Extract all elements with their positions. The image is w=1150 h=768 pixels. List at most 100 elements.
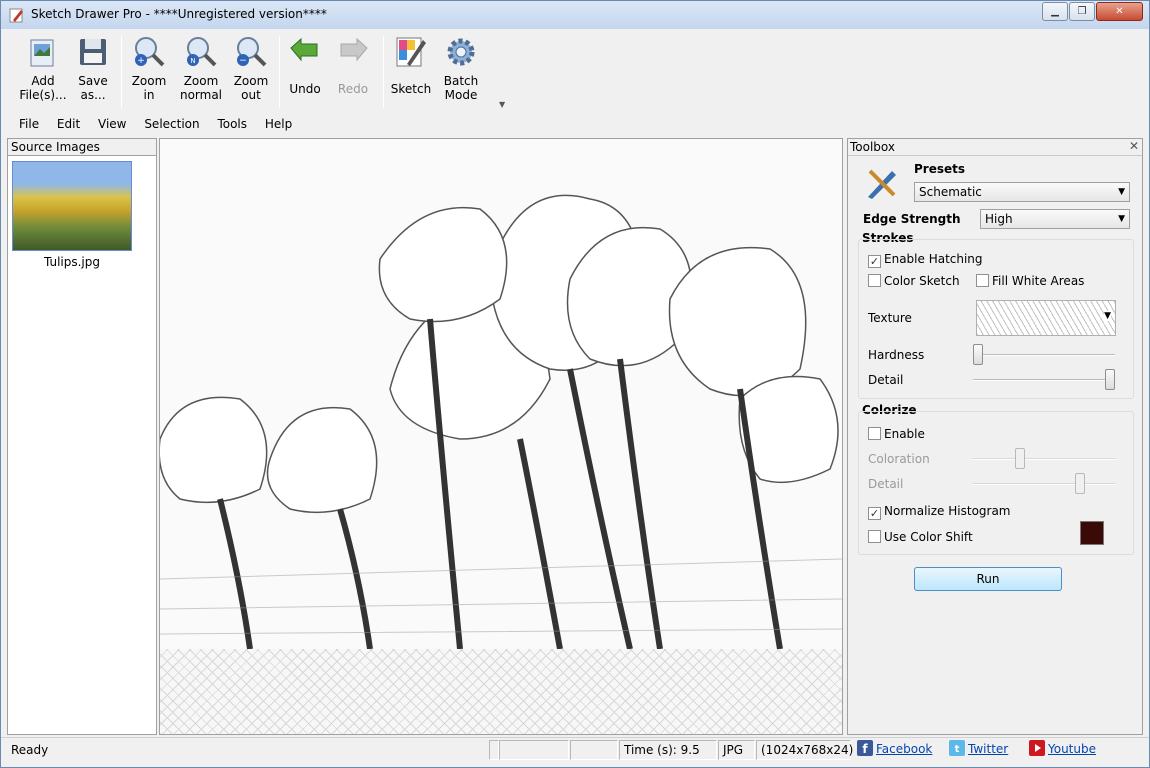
checkbox-unchecked-icon (976, 274, 989, 287)
title-bar[interactable]: Sketch Drawer Pro - ****Unregistered ver… (1, 1, 1149, 29)
texture-dropdown[interactable]: ▼ (976, 300, 1116, 336)
svg-text:+: + (137, 56, 145, 66)
twitter-label: Twitter (968, 742, 1009, 756)
undo-label: Undo (289, 82, 321, 96)
redo-label: Redo (337, 82, 369, 96)
enable-hatching-label: Enable Hatching (884, 252, 983, 266)
colorize-enable-checkbox[interactable]: Enable (868, 427, 925, 441)
coloration-label: Coloration (868, 452, 930, 466)
zoom-in-button[interactable]: + Zoom in (125, 34, 173, 102)
undo-arrow-icon (290, 37, 318, 62)
color-shift-swatch[interactable] (1080, 521, 1104, 545)
youtube-label: Youtube (1048, 742, 1096, 756)
slider-thumb[interactable] (973, 344, 983, 365)
toolbox-panel: Toolbox ✕ Presets Schematic ▼ Edge Stren… (847, 138, 1143, 735)
use-color-shift-label: Use Color Shift (884, 530, 973, 544)
enable-hatching-checkbox[interactable]: ✓ Enable Hatching (868, 252, 983, 268)
menu-selection[interactable]: Selection (144, 117, 199, 131)
facebook-icon: f (857, 740, 873, 756)
twitter-icon: t (949, 740, 965, 756)
toolbar: Add File(s)... Save as... + Zoom in N Zo… (9, 30, 1143, 114)
menu-help[interactable]: Help (265, 117, 292, 131)
save-as-label: Save as... (78, 74, 108, 102)
zoom-out-button[interactable]: − Zoom out (227, 34, 275, 102)
menu-tools[interactable]: Tools (217, 117, 247, 131)
use-color-shift-checkbox[interactable]: Use Color Shift (868, 530, 973, 544)
slider-track (973, 379, 1115, 381)
batch-mode-label: Batch Mode (443, 74, 479, 102)
checkbox-unchecked-icon (868, 274, 881, 287)
batch-mode-button[interactable]: Batch Mode (437, 34, 485, 102)
close-button[interactable]: ✕ (1096, 2, 1143, 21)
svg-text:N: N (190, 57, 195, 65)
run-button[interactable]: Run (914, 567, 1062, 591)
slider-thumb[interactable] (1015, 448, 1025, 469)
status-cell-empty (570, 740, 618, 760)
edge-strength-value: High (985, 212, 1013, 226)
zoom-out-icon: − (237, 37, 267, 67)
add-files-label: Add File(s)... (19, 74, 67, 102)
edge-strength-dropdown[interactable]: High ▼ (980, 209, 1130, 229)
normalize-histogram-checkbox[interactable]: ✓ Normalize Histogram (868, 504, 1011, 520)
checkbox-checked-icon: ✓ (868, 255, 881, 268)
status-format: JPG (718, 740, 755, 760)
presets-dropdown[interactable]: Schematic ▼ (914, 182, 1130, 202)
add-files-button[interactable]: Add File(s)... (13, 34, 73, 102)
status-cell-empty (489, 740, 499, 760)
menu-bar: File Edit View Selection Tools Help (19, 117, 306, 135)
chevron-down-icon: ▼ (1118, 214, 1125, 224)
maximize-button[interactable]: ❐ (1069, 2, 1095, 21)
color-sketch-checkbox[interactable]: Color Sketch (868, 274, 960, 288)
sketch-pencils-icon (396, 37, 426, 67)
checkbox-unchecked-icon (868, 427, 881, 440)
hardness-label: Hardness (868, 348, 925, 362)
colorize-enable-label: Enable (884, 427, 925, 441)
zoom-normal-button[interactable]: N Zoom normal (175, 34, 227, 102)
menu-edit[interactable]: Edit (57, 117, 80, 131)
normalize-histogram-label: Normalize Histogram (884, 504, 1011, 518)
undo-button[interactable]: Undo (283, 34, 327, 96)
toolbar-separator (121, 36, 122, 108)
svg-text:f: f (862, 742, 868, 756)
menu-file[interactable]: File (19, 117, 39, 131)
colorize-detail-slider[interactable] (973, 473, 1115, 495)
thumbnail-filename: Tulips.jpg (43, 255, 101, 269)
status-cell-empty (499, 740, 569, 760)
presets-brush-icon (868, 169, 896, 199)
source-images-title: Source Images (8, 139, 156, 156)
youtube-icon (1029, 740, 1045, 756)
minimize-button[interactable]: ▁ (1042, 2, 1068, 21)
hardness-slider[interactable] (973, 344, 1115, 366)
toolbar-overflow-icon[interactable]: ▼ (499, 100, 505, 109)
redo-arrow-icon (340, 37, 368, 62)
save-as-button[interactable]: Save as... (69, 34, 117, 102)
sketch-label: Sketch (390, 82, 432, 96)
texture-label: Texture (868, 311, 912, 325)
presets-value: Schematic (919, 185, 982, 199)
slider-thumb[interactable] (1075, 473, 1085, 494)
slider-track (973, 483, 1115, 485)
youtube-link[interactable]: Youtube (1029, 740, 1096, 758)
sketch-button[interactable]: Sketch (387, 34, 435, 96)
toolbar-separator (383, 36, 384, 108)
coloration-slider[interactable] (973, 448, 1115, 470)
redo-button[interactable]: Redo (331, 34, 375, 96)
gear-icon (447, 38, 475, 66)
image-canvas[interactable] (159, 138, 843, 735)
detail-slider[interactable] (973, 369, 1115, 391)
tulips-thumbnail[interactable] (12, 161, 132, 251)
twitter-link[interactable]: t Twitter (949, 740, 1008, 758)
window-title: Sketch Drawer Pro - ****Unregistered ver… (31, 7, 327, 21)
toolbox-close-icon[interactable]: ✕ (1129, 139, 1139, 153)
menu-view[interactable]: View (98, 117, 126, 131)
facebook-label: Facebook (876, 742, 933, 756)
app-window: Sketch Drawer Pro - ****Unregistered ver… (0, 0, 1150, 768)
toolbox-title: Toolbox (848, 139, 1142, 156)
slider-thumb[interactable] (1105, 369, 1115, 390)
fill-white-areas-checkbox[interactable]: Fill White Areas (976, 274, 1084, 288)
toolbar-separator (279, 36, 280, 108)
zoom-normal-label: Zoom normal (179, 74, 223, 102)
detail-label: Detail (868, 373, 904, 387)
facebook-link[interactable]: f Facebook (857, 740, 932, 758)
status-time: Time (s): 9.5 (619, 740, 717, 760)
